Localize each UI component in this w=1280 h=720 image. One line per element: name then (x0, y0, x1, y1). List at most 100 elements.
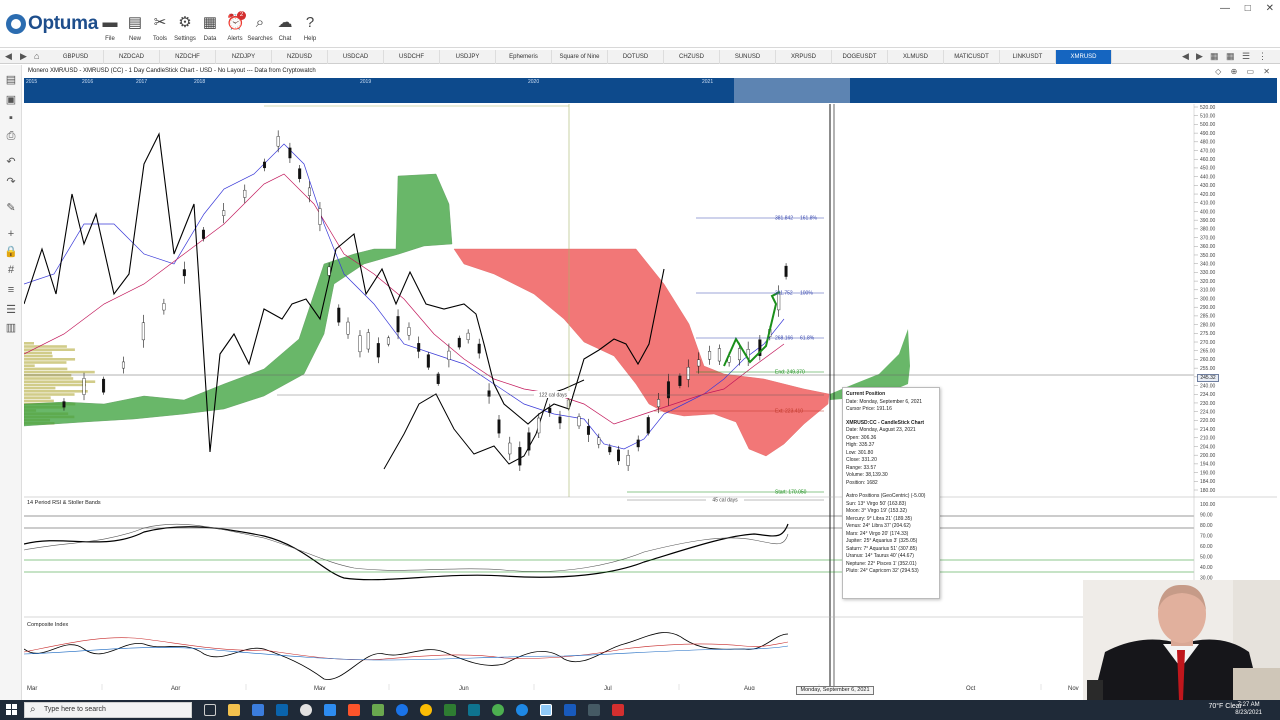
rsi-tick-label: 40.00 (1200, 565, 1213, 571)
restore-icon[interactable]: ▭ (1247, 67, 1255, 76)
chat-icon: ☁ (277, 14, 293, 31)
home-icon[interactable]: ⌂ (34, 51, 39, 61)
taskbar-clock[interactable]: 7:27 AM 8/23/2021 (1235, 701, 1262, 717)
tabs-prev-icon[interactable]: ◀ (1182, 51, 1189, 62)
price-tick-label: 380.00 (1200, 227, 1216, 233)
bullish-candle (657, 399, 661, 407)
page-icon[interactable]: ▤ (4, 73, 18, 87)
grid-icon[interactable]: ▦ (1226, 51, 1235, 62)
tab-ephemeris[interactable]: Ephemeris (496, 50, 552, 64)
lock-icon[interactable]: 🔒 (4, 245, 18, 259)
tab-sunusd[interactable]: SUNUSD (720, 50, 776, 64)
app-icon-8[interactable] (588, 704, 600, 716)
ribbon: Optuma ▬ File ▤ New ✂ Tools ⚙ Settings ▦ Data ⏰ Ale… (0, 0, 1280, 48)
open-icon[interactable]: ▣ (4, 93, 18, 107)
tab-gbpusd[interactable]: GBPUSD (48, 50, 104, 64)
layout-icon[interactable]: ▦ (1210, 51, 1219, 62)
undo-icon[interactable]: ↶ (4, 155, 18, 169)
grid-lines-icon[interactable]: # (4, 263, 18, 277)
app-icon-7[interactable] (516, 704, 528, 716)
bearish-candle (62, 401, 66, 408)
popup-series-line: Volume: 38,139.30 (846, 472, 888, 478)
windows-start-icon[interactable] (6, 704, 18, 716)
overview-navigator[interactable]: 2015 2016 2017 2018 2019 2020 2021 (24, 78, 1277, 103)
tab-nzdjpy[interactable]: NZDJPY (216, 50, 272, 64)
link-icon[interactable]: ⊕ (1231, 67, 1238, 76)
app-icon-6[interactable] (492, 704, 504, 716)
bullish-candle (346, 321, 350, 335)
close-icon[interactable]: ✕ (1266, 3, 1274, 14)
mail-icon[interactable] (276, 704, 288, 716)
tab-usdjpy[interactable]: USDJPY (440, 50, 496, 64)
minimize-icon[interactable]: — (1220, 3, 1230, 14)
help-icon: ? (305, 14, 315, 31)
file-explorer-icon[interactable] (228, 704, 240, 716)
app-icon-2[interactable] (324, 704, 336, 716)
app-icon-1[interactable] (300, 704, 312, 716)
ribbon-help-button[interactable]: ? Help (298, 14, 322, 42)
forward-arrow-icon[interactable]: ▶ (20, 51, 27, 62)
tab-dotusd[interactable]: DOTUSD (608, 50, 664, 64)
edge-browser-icon[interactable] (396, 704, 408, 716)
data-icon: ▦ (202, 14, 218, 31)
store-icon[interactable] (252, 704, 264, 716)
properties-icon[interactable]: ☰ (4, 303, 18, 317)
list-icon[interactable]: ☰ (1242, 51, 1250, 62)
export-icon[interactable]: ▥ (4, 321, 18, 335)
overview-selection[interactable] (734, 78, 850, 103)
drawing-tool-icon[interactable]: ✎ (4, 201, 18, 215)
price-tick-label: 210.00 (1200, 436, 1216, 442)
tabs-next-icon[interactable]: ▶ (1196, 51, 1203, 62)
print-icon[interactable]: ⎙ (4, 129, 18, 143)
volume-profile-bar (24, 361, 67, 364)
chrome-icon[interactable] (420, 704, 432, 716)
current-price-tag: 245.32 (1197, 374, 1219, 382)
tab-usdchf[interactable]: USDCHF (384, 50, 440, 64)
bullish-candle (141, 322, 145, 341)
month-label: Aug (744, 686, 755, 690)
app-icon-3[interactable] (372, 704, 384, 716)
tab-nzdusd[interactable]: NZDUSD (272, 50, 328, 64)
volume-profile-bar (24, 367, 68, 371)
pin-icon[interactable]: ◇ (1215, 67, 1221, 76)
tab-maticusdt[interactable]: MATICUSDT (944, 50, 1000, 64)
tab-linkusdt[interactable]: LINKUSDT (1000, 50, 1056, 64)
tab-usdcad[interactable]: USDCAD (328, 50, 384, 64)
date-cursor-label: Monday, September 6, 2021 (796, 686, 874, 695)
tab-dogeusdt[interactable]: DOGEUSDT (832, 50, 888, 64)
volume-profile-bar (24, 364, 35, 367)
close-chart-icon[interactable]: ✕ (1263, 67, 1270, 76)
taskbar-search-box[interactable]: ⌕ Type here to search (24, 702, 192, 718)
app-icon-9[interactable] (612, 704, 624, 716)
tab-xrpusd[interactable]: XRPUSD (776, 50, 832, 64)
bullish-candle (717, 348, 721, 362)
crosshair-icon[interactable]: + (4, 227, 18, 241)
app-icon-5[interactable] (468, 704, 480, 716)
tab-chzusd[interactable]: CHZUSD (664, 50, 720, 64)
price-tick-label: 180.00 (1200, 488, 1216, 494)
word-icon[interactable] (564, 704, 576, 716)
brave-browser-icon[interactable] (348, 704, 360, 716)
chart-header-icons: ◇ ⊕ ▭ ✕ (1208, 67, 1270, 76)
tab-square-of-nine[interactable]: Square of Nine (552, 50, 608, 64)
tab-nzdcad[interactable]: NZDCAD (104, 50, 160, 64)
bullish-candle (447, 350, 451, 360)
price-tick-label: 400.00 (1200, 209, 1216, 215)
save-icon[interactable]: ▪ (4, 111, 18, 125)
task-view-icon[interactable] (204, 704, 216, 716)
price-tick-label: 265.00 (1200, 349, 1216, 355)
tabs-menu-icon[interactable]: ⋮ (1258, 51, 1267, 62)
popup-series-line: Position: 1682 (846, 479, 878, 486)
tab-xlmusd[interactable]: XLMUSD (888, 50, 944, 64)
presenter-webcam (1083, 580, 1280, 700)
app-icon-4[interactable] (444, 704, 456, 716)
bearish-candle (376, 343, 380, 358)
maximize-icon[interactable]: □ (1245, 3, 1251, 14)
redo-icon[interactable]: ↷ (4, 175, 18, 189)
optuma-taskbar-icon[interactable] (540, 704, 552, 716)
layers-icon[interactable]: ≡ (4, 283, 18, 297)
back-arrow-icon[interactable]: ◀ (5, 51, 12, 62)
tab-xmrusd[interactable]: XMRUSD (1056, 50, 1112, 64)
bullish-candle (358, 335, 362, 353)
tab-nzdchf[interactable]: NZDCHF (160, 50, 216, 64)
